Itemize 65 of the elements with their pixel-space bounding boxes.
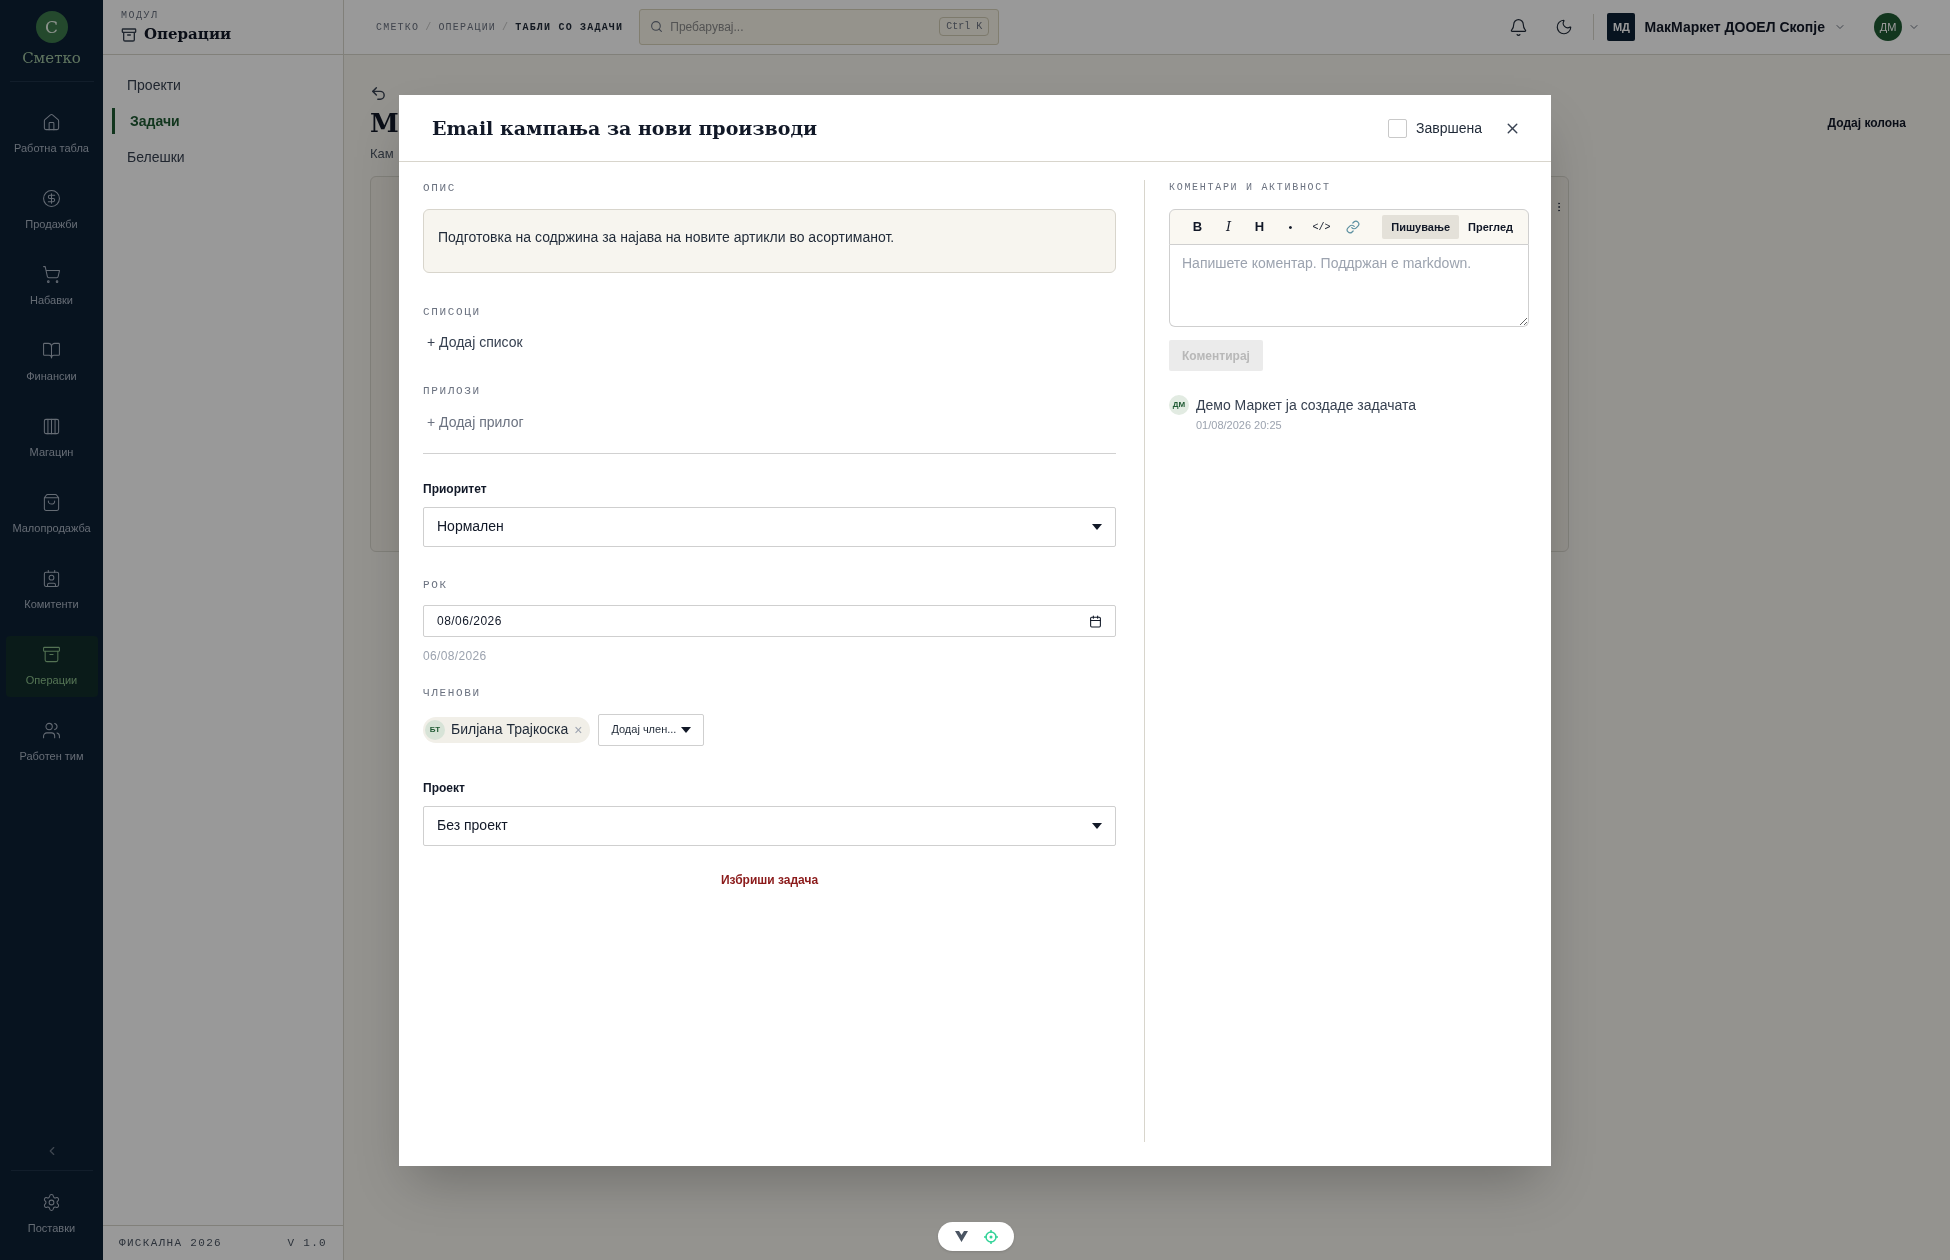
section-label: СПИСОЦИ [423, 304, 482, 320]
module-nav-item[interactable]: Задачи [112, 108, 343, 134]
breadcrumb-item: ТАБЛИ СО ЗАДАЧИ [515, 20, 624, 35]
company-name: МакМаркет ДООЕЛ Скопје [1644, 17, 1825, 37]
priority-select[interactable]: Нормален [423, 506, 1116, 547]
italic-button[interactable]: I [1213, 215, 1244, 239]
activity-avatar: ДМ [1169, 395, 1189, 415]
project-select[interactable]: Без проект [423, 805, 1116, 846]
fiscal-year: ФИСКАЛНА 2026 [119, 1235, 222, 1251]
rail-item[interactable]: Малопродажба [5, 484, 98, 545]
rail-item[interactable]: Продажби [5, 180, 98, 241]
rail-item[interactable]: Операции [5, 636, 98, 697]
member-avatar: БТ [425, 719, 445, 740]
company-switcher[interactable]: МД МакМаркет ДООЕЛ Скопје [1607, 13, 1846, 41]
breadcrumb-separator: / [502, 20, 510, 35]
add-checklist-link[interactable]: + Додај список [427, 332, 523, 353]
bullet-button[interactable]: • [1275, 215, 1306, 239]
module-caption: МОДУЛ [121, 9, 160, 24]
add-column-button[interactable]: Додај колона [1827, 114, 1906, 132]
logo-badge: С [35, 11, 68, 44]
breadcrumb-item[interactable]: ОПЕРАЦИИ [438, 19, 497, 35]
rail-item[interactable]: Набавки [5, 256, 98, 317]
activity-text: Демо Маркет ја создаде задачата [1196, 396, 1416, 415]
board-subtitle: Кам [370, 145, 395, 163]
member-name: Билјана Трајкоска [451, 720, 569, 739]
logo-text: Сметко [22, 48, 81, 70]
module-nav-item[interactable]: Проекти [103, 72, 343, 98]
rail-item[interactable]: Работна табла [5, 104, 98, 165]
rail-item[interactable]: Магацин [5, 408, 98, 469]
rail-item[interactable]: Работен тим [5, 712, 98, 773]
section-label: КОМЕНТАРИ И АКТИВНОСТ [1169, 181, 1332, 195]
company-badge: МД [1607, 13, 1636, 41]
module-nav-item[interactable]: Белешки [103, 144, 343, 170]
done-checkbox[interactable]: Завршена [1388, 117, 1482, 139]
heading-button[interactable]: H [1244, 215, 1275, 239]
module-title: Операции [144, 24, 232, 46]
date-hint: 06/08/2026 [423, 648, 488, 665]
rail-item[interactable]: Финансии [5, 332, 98, 393]
user-avatar: ДМ [1874, 13, 1902, 41]
add-member-select[interactable]: Додај член... [598, 713, 705, 746]
description-field[interactable]: Подготовка на содржина за најава на новите артикли во асортиманот. [423, 208, 1116, 273]
dialog-title: Email кампања за нови производи [432, 115, 818, 141]
field-label: Приоритет [423, 480, 488, 498]
breadcrumb-separator: / [425, 20, 433, 35]
user-menu[interactable]: ДМ [1874, 13, 1920, 41]
delete-task-link[interactable]: Избриши задача [720, 870, 819, 889]
shortcut-hint: Ctrl K [939, 17, 990, 36]
comment-field[interactable]: Напишете коментар. Поддржан е markdown. [1169, 245, 1529, 327]
section-label: РОК [423, 577, 449, 593]
field-label: Проект [423, 779, 466, 797]
activity-time: 01/08/2026 20:25 [1196, 418, 1283, 433]
section-label: ПРИЛОЗИ [423, 384, 482, 399]
board-title: М [370, 108, 399, 138]
date-field[interactable]: 08/06/2026 [423, 605, 1116, 637]
bold-button[interactable]: B [1182, 215, 1213, 239]
settings-item[interactable]: Поставки [27, 1192, 76, 1236]
version: V 1.0 [287, 1235, 327, 1251]
section-label: ЧЛЕНОВИ [423, 686, 482, 701]
add-attachment-link[interactable]: + Додај прилог [427, 411, 524, 433]
breadcrumb-item[interactable]: СМЕТКО [376, 19, 420, 35]
rail-item[interactable]: Комитенти [5, 560, 98, 621]
code-button[interactable]: </> [1306, 215, 1337, 239]
section-label: ОПИС [423, 181, 457, 196]
editor-tab[interactable]: Пишување [1382, 215, 1459, 239]
editor-tab[interactable]: Преглед [1459, 215, 1522, 239]
